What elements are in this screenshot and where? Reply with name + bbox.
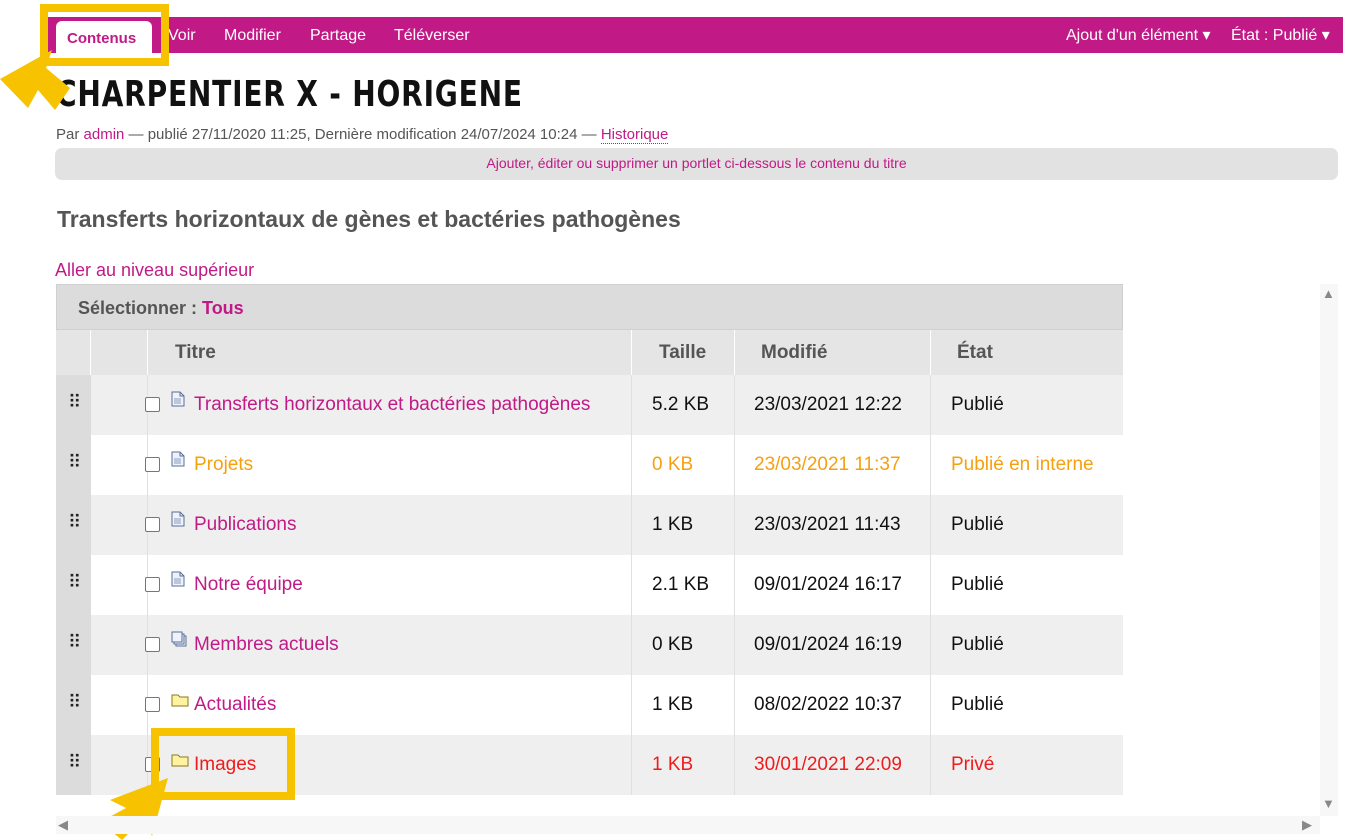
title-cell: Membres actuels (148, 615, 632, 675)
title-cell: Notre équipe (148, 555, 632, 615)
tab-modifier[interactable]: Modifier (224, 27, 281, 45)
portlet-manager-link[interactable]: Ajouter, éditer ou supprimer un portlet … (55, 148, 1338, 180)
history-link[interactable]: Historique (600, 126, 669, 144)
item-title-link[interactable]: Membres actuels (194, 634, 339, 656)
table-row: ⠿ Notre équipe 2.1 KB 09/01/2024 16:17 Publi… (56, 555, 1123, 615)
document-icon (171, 391, 185, 407)
drag-grip-glyph: ⠿ (68, 632, 81, 652)
drag-grip-glyph: ⠿ (68, 752, 81, 772)
table-row: ⠿ Actualités 1 KB 08/02/2022 10:37 Publié (56, 675, 1123, 735)
modified-cell: 09/01/2024 16:19 (735, 615, 931, 675)
drag-grip-glyph: ⠿ (68, 692, 81, 712)
go-up-link[interactable]: Aller au niveau supérieur (55, 260, 254, 281)
header-state[interactable]: État (931, 330, 1123, 375)
tab-televerser[interactable]: Téléverser (394, 27, 470, 45)
table-row: ⠿ Projets 0 KB 23/03/2021 11:37 Publié en in… (56, 435, 1123, 495)
folder-icon (171, 691, 189, 707)
section-heading: Transferts horizontaux de gènes et bacté… (57, 206, 681, 232)
modified-cell: 23/03/2021 11:37 (735, 435, 931, 495)
item-title-link[interactable]: Projets (194, 454, 253, 476)
state-cell: Publié (951, 634, 1004, 655)
select-cell (91, 435, 160, 495)
select-cell (91, 495, 160, 555)
header-drag (56, 330, 91, 375)
select-cell (91, 615, 160, 675)
modified-cell: 08/02/2022 10:37 (735, 675, 931, 735)
title-cell: Publications (148, 495, 632, 555)
table-row: ⠿ Publications 1 KB 23/03/2021 11:43 Publié (56, 495, 1123, 555)
scroll-up-icon[interactable]: ▲ (1322, 286, 1335, 301)
drag-handle-icon[interactable]: ⠿ (56, 435, 91, 495)
select-all-link[interactable]: Tous (202, 298, 244, 318)
modified-cell: 23/03/2021 12:22 (735, 375, 931, 435)
drag-grip-glyph: ⠿ (68, 572, 81, 592)
header-size[interactable]: Taille (632, 330, 735, 375)
select-cell (91, 555, 160, 615)
document-icon (171, 451, 185, 467)
collection-icon (171, 631, 187, 647)
select-cell (91, 375, 160, 435)
vertical-scrollbar[interactable]: ▲ ▼ (1320, 284, 1338, 816)
document-icon (171, 571, 185, 587)
title-cell: Transferts horizontaux et bactéries path… (148, 375, 632, 435)
modified-cell: 30/01/2021 22:09 (735, 735, 931, 795)
state-cell: Publié (951, 514, 1004, 535)
size-cell: 1 KB (632, 735, 735, 795)
tab-voir[interactable]: Voir (168, 27, 196, 45)
size-cell: 2.1 KB (632, 555, 735, 615)
modified-cell: 23/03/2021 11:43 (735, 495, 931, 555)
drag-handle-icon[interactable]: ⠿ (56, 375, 91, 435)
title-cell: Projets (148, 435, 632, 495)
item-title-link[interactable]: Actualités (194, 694, 276, 716)
edit-toolbar: Contenus Voir Modifier Partage Téléverse… (48, 17, 1343, 55)
state-cell: Publié en interne (951, 454, 1094, 475)
scroll-right-icon[interactable]: ▶ (1302, 817, 1312, 833)
select-bar: Sélectionner : Tous (56, 284, 1123, 330)
drag-handle-icon[interactable]: ⠿ (56, 735, 91, 795)
header-modified[interactable]: Modifié (735, 330, 931, 375)
arrow-icon (0, 50, 70, 110)
drag-handle-icon[interactable]: ⠿ (56, 555, 91, 615)
drag-handle-icon[interactable]: ⠿ (56, 675, 91, 735)
table-row: ⠿ Membres actuels 0 KB 09/01/2024 16:19 Publ… (56, 615, 1123, 675)
size-cell: 0 KB (632, 615, 735, 675)
size-cell: 1 KB (632, 495, 735, 555)
state-cell: Publié (951, 694, 1004, 715)
byline: Par admin — publié 27/11/2020 11:25, Der… (56, 126, 669, 144)
state-cell: Publié (951, 394, 1004, 415)
drag-handle-icon[interactable]: ⠿ (56, 495, 91, 555)
item-title-link[interactable]: Publications (194, 514, 296, 536)
byline-dates: — publié 27/11/2020 11:25, Dernière modi… (124, 126, 601, 143)
table-header: Titre Taille Modifié État (56, 330, 1123, 375)
state-menu[interactable]: État : Publié ▾ (1231, 25, 1330, 45)
size-cell: 5.2 KB (632, 375, 735, 435)
horizontal-scrollbar[interactable]: ◀ ▶ (56, 816, 1320, 834)
item-title-link[interactable]: Notre équipe (194, 574, 303, 596)
select-cell (91, 675, 160, 735)
select-label: Sélectionner : (78, 298, 203, 318)
header-select (91, 330, 148, 375)
author-link[interactable]: admin (84, 126, 125, 143)
item-title-link[interactable]: Transferts horizontaux et bactéries path… (194, 394, 590, 416)
page-title: CHARPENTIER X - HORIGENE (56, 74, 523, 115)
size-cell: 1 KB (632, 675, 735, 735)
add-item-menu[interactable]: Ajout d'un élément ▾ (1066, 25, 1211, 45)
drag-handle-icon[interactable]: ⠿ (56, 615, 91, 675)
scroll-down-icon[interactable]: ▼ (1322, 796, 1335, 811)
scroll-left-icon[interactable]: ◀ (58, 817, 68, 833)
document-icon (171, 511, 185, 527)
drag-grip-glyph: ⠿ (68, 452, 81, 472)
tab-partage[interactable]: Partage (310, 27, 366, 45)
title-cell: Actualités (148, 675, 632, 735)
drag-grip-glyph: ⠿ (68, 392, 81, 412)
table-row: ⠿ Transferts horizontaux et bactéries pat… (56, 375, 1123, 435)
state-cell: Publié (951, 574, 1004, 595)
size-cell: 0 KB (632, 435, 735, 495)
state-cell: Privé (951, 754, 995, 775)
byline-by: Par (56, 126, 84, 143)
header-title[interactable]: Titre (148, 330, 632, 375)
modified-cell: 09/01/2024 16:17 (735, 555, 931, 615)
drag-grip-glyph: ⠿ (68, 512, 81, 532)
